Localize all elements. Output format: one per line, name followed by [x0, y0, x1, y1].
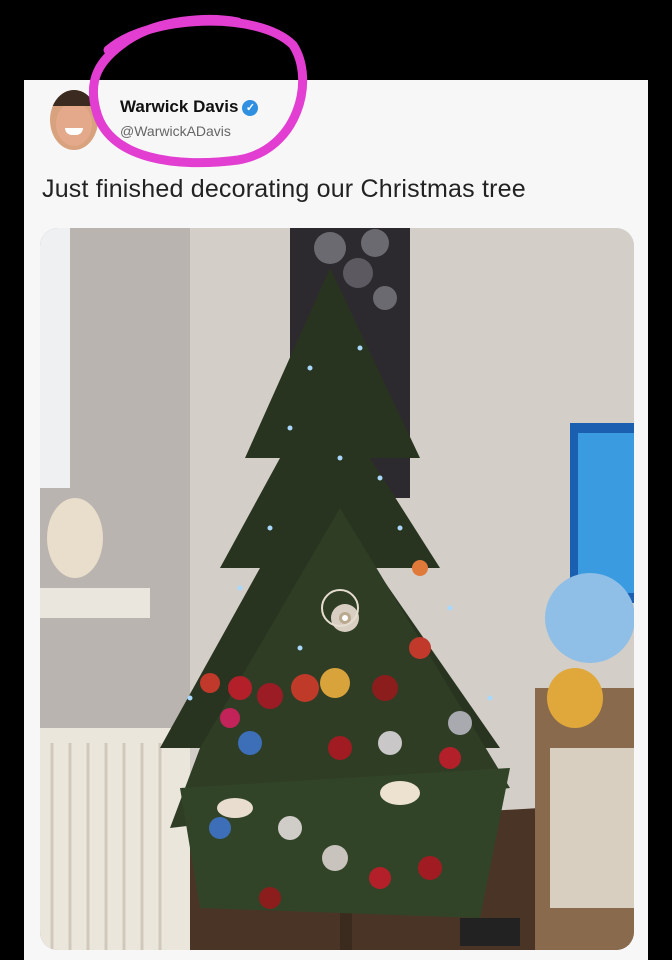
tweet-text: Just finished decorating our Christmas t… — [42, 175, 526, 203]
tweet-photo[interactable] — [40, 228, 634, 950]
pink-circle-annotation — [88, 14, 308, 168]
